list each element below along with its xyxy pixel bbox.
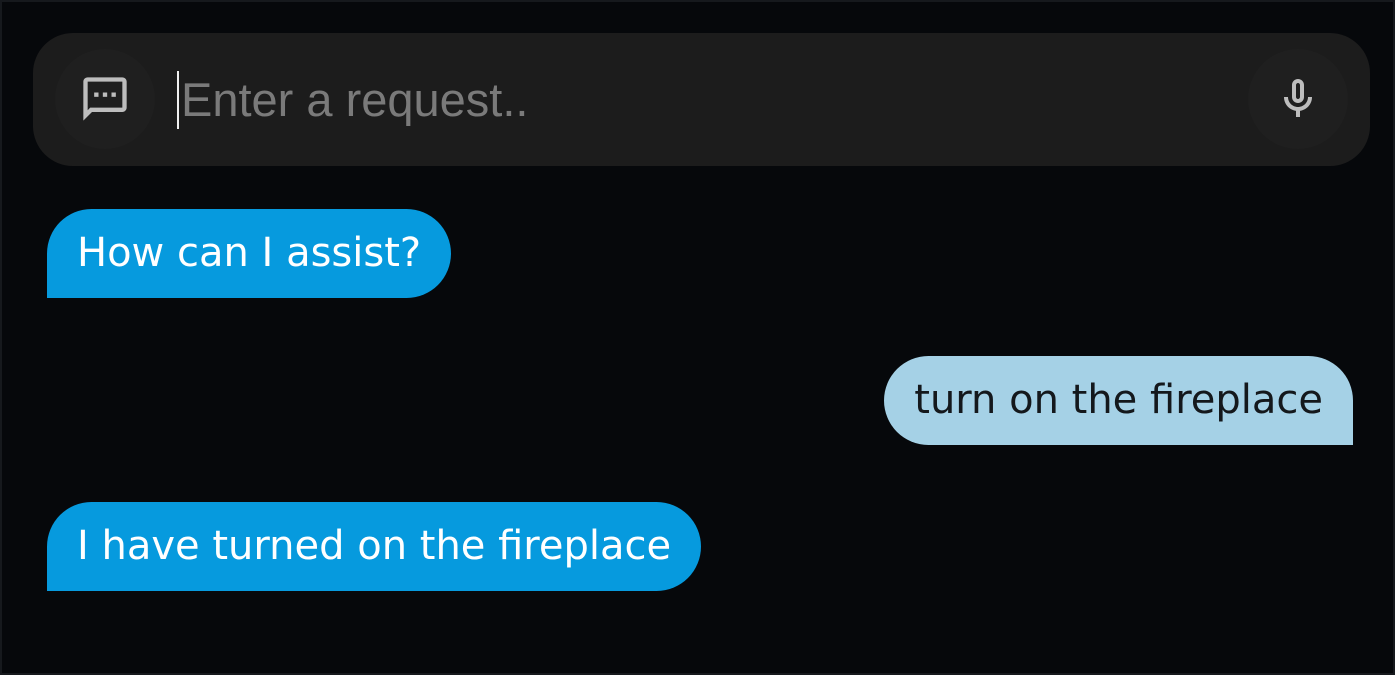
request-input[interactable] (177, 71, 1217, 129)
voice-input-button[interactable] (1248, 49, 1348, 149)
request-bar (33, 33, 1370, 166)
chat-bubble-dots-icon (83, 77, 127, 121)
assistant-message: How can I assist? (47, 209, 452, 298)
user-message: turn on the fireplace (884, 356, 1353, 445)
microphone-icon (1284, 79, 1312, 117)
chat-mode-button[interactable] (55, 49, 155, 149)
assistant-message: I have turned on the fireplace (47, 502, 702, 591)
assist-dialog: How can I assist? turn on the fireplace … (0, 0, 1395, 675)
